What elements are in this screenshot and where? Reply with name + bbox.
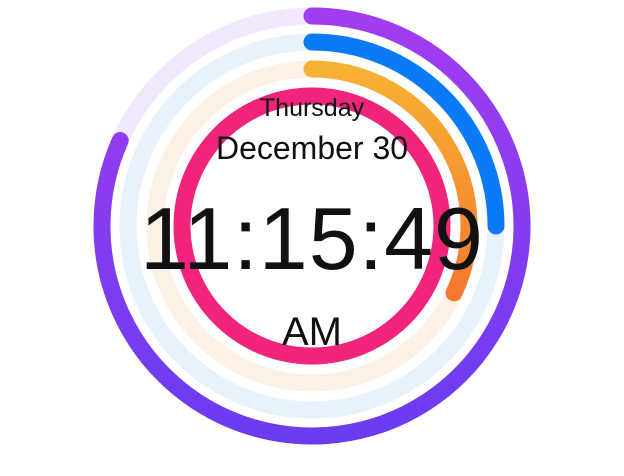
date-label: December 30	[215, 130, 409, 166]
meridiem-label: AM	[282, 310, 342, 354]
day-of-week-label: Thursday	[259, 94, 365, 122]
time-display: 11:15:49	[139, 189, 484, 288]
